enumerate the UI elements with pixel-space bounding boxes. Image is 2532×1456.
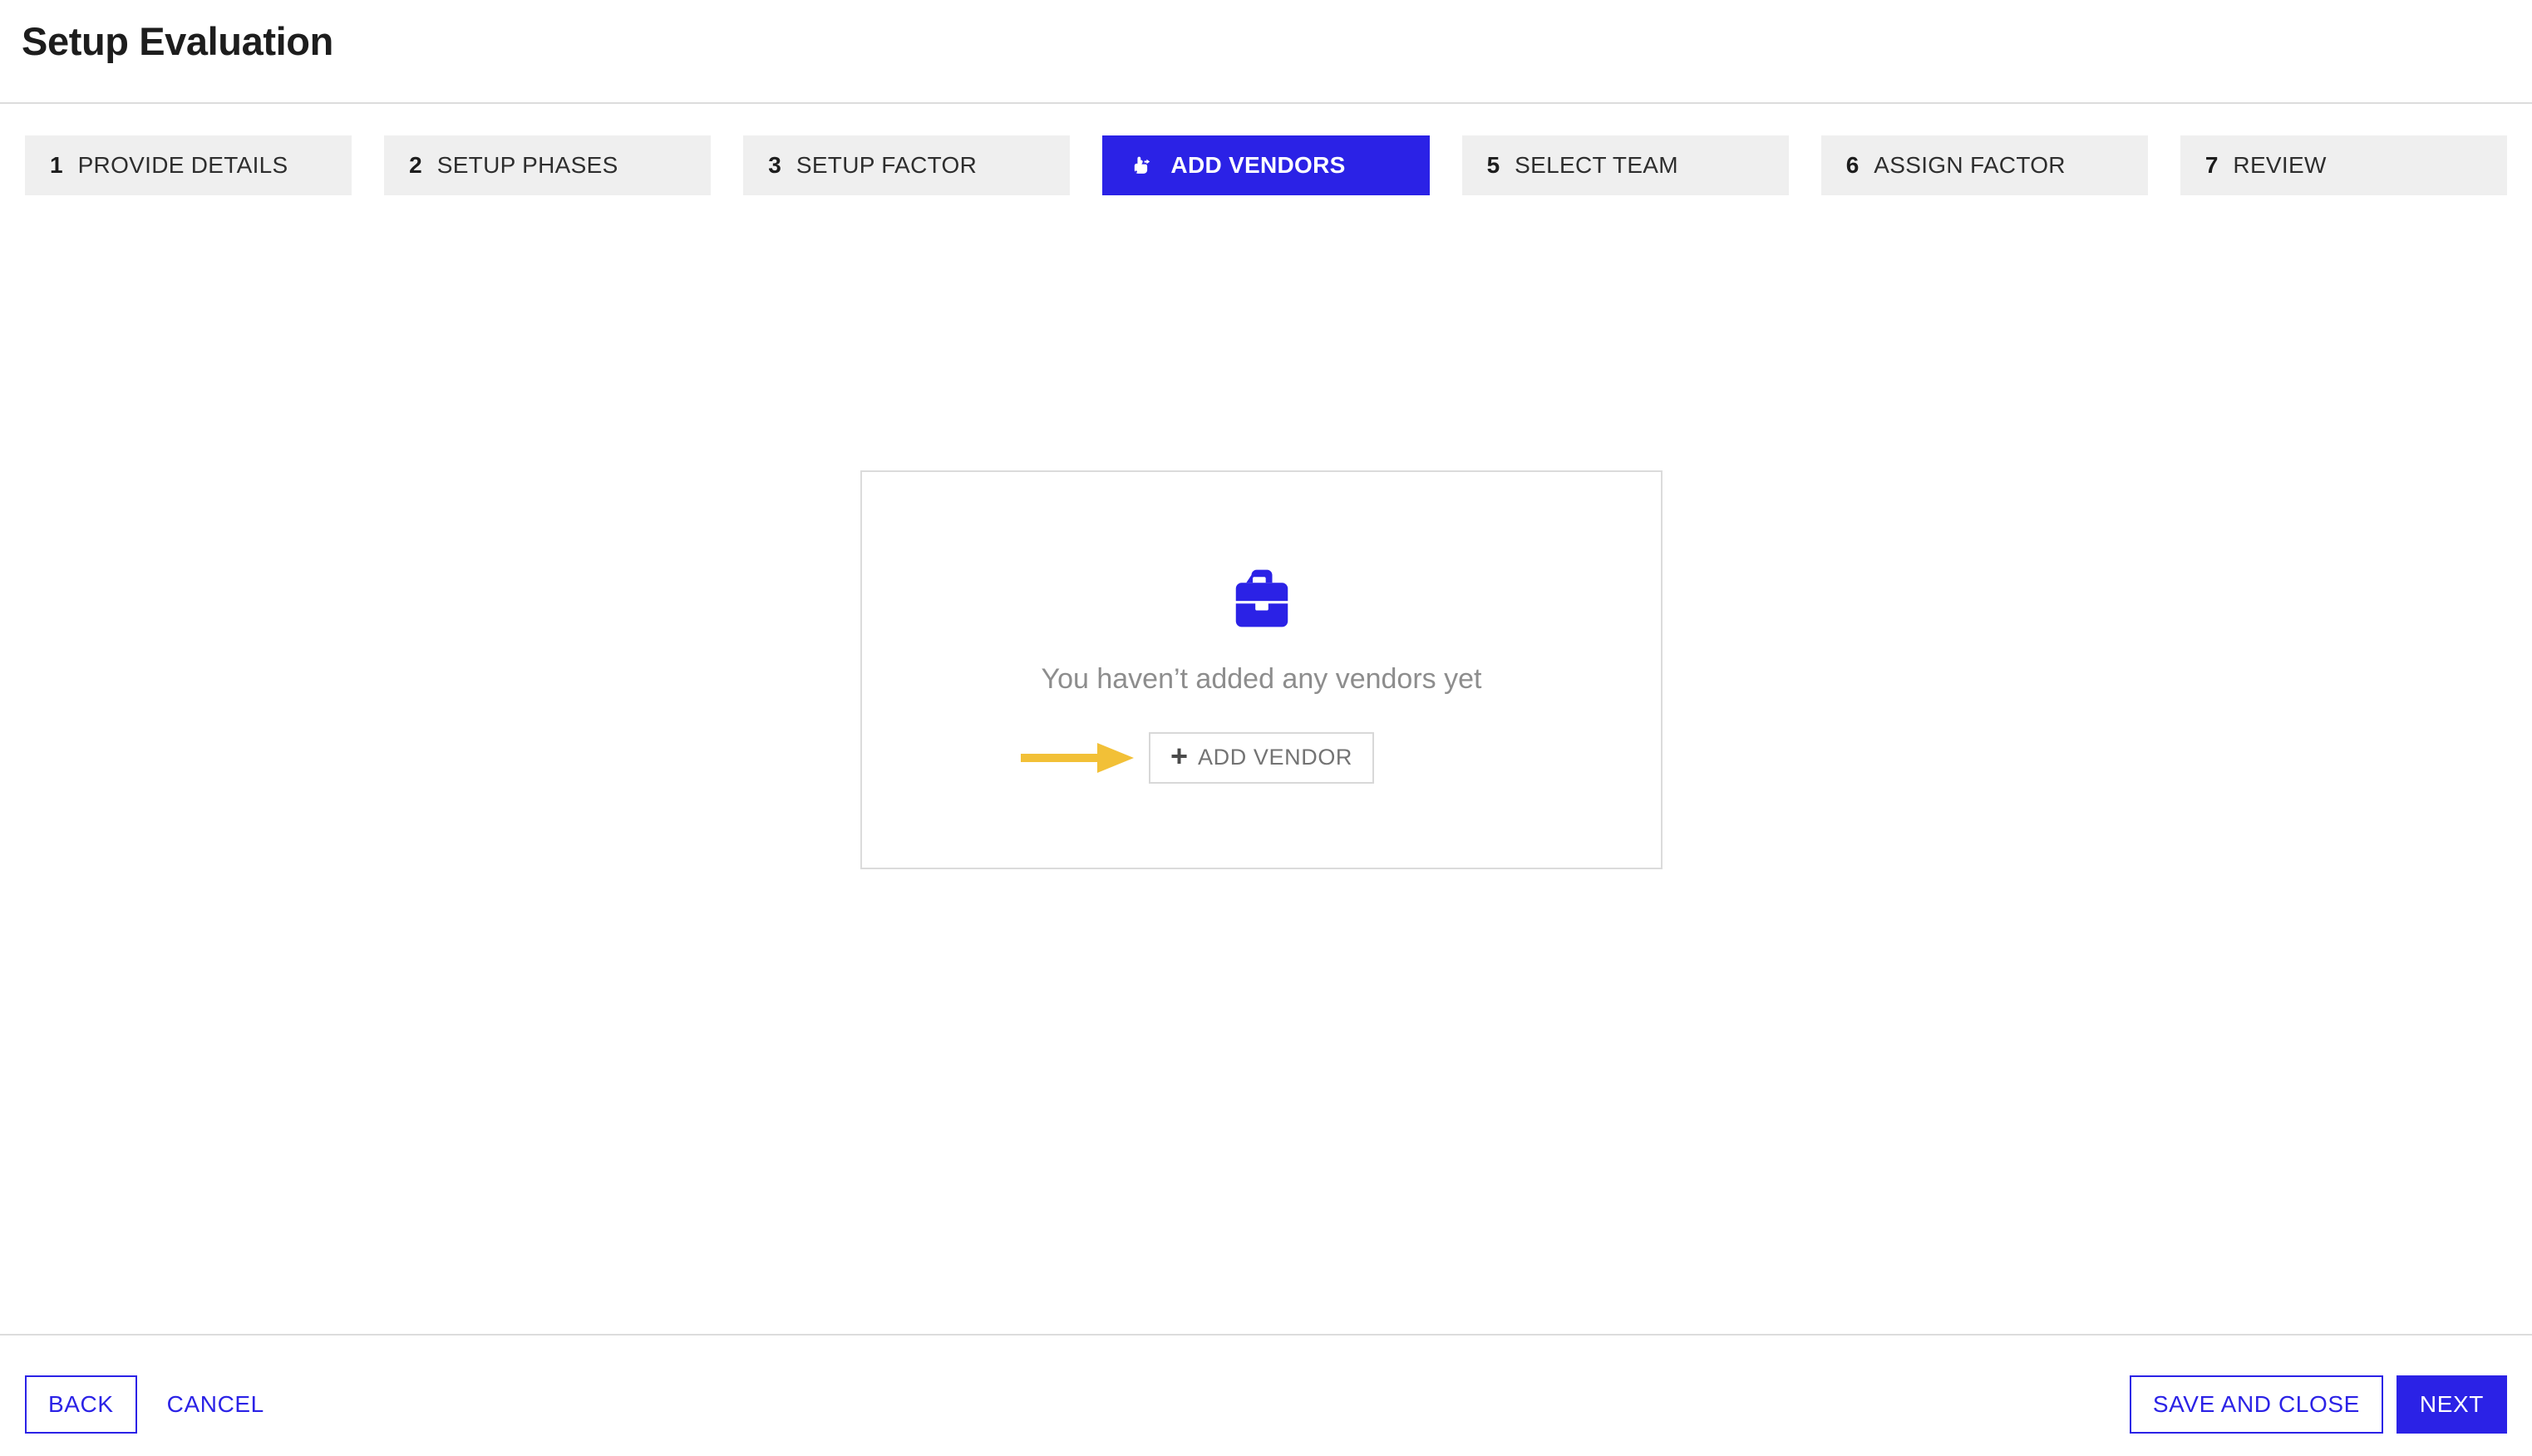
step-add-vendors[interactable]: ADD VENDORS	[1102, 135, 1430, 195]
pointing-hand-icon	[1127, 151, 1155, 180]
annotation-arrow-icon	[1020, 738, 1134, 778]
step-number: 2	[409, 152, 422, 178]
footer-right-actions: SAVE AND CLOSE NEXT	[2129, 1375, 2507, 1434]
step-provide-details[interactable]: 1 PROVIDE DETAILS	[25, 135, 352, 195]
page-footer: BACK CANCEL SAVE AND CLOSE NEXT	[0, 1334, 2532, 1456]
step-select-team[interactable]: 5 SELECT TEAM	[1461, 135, 1789, 195]
step-number: 7	[2204, 152, 2219, 178]
step-label: SETUP FACTOR	[796, 152, 978, 178]
wizard-stepper: 1 PROVIDE DETAILS 2 SETUP PHASES 3 SETUP…	[25, 135, 2507, 195]
add-vendor-button[interactable]: + ADD VENDOR	[1148, 731, 1375, 784]
step-label: REVIEW	[2233, 152, 2327, 178]
step-label: SETUP PHASES	[436, 152, 618, 178]
step-setup-factor[interactable]: 3 SETUP FACTOR	[743, 135, 1071, 195]
briefcase-icon	[1220, 557, 1303, 640]
step-label: ASSIGN FACTOR	[1874, 152, 2066, 178]
add-vendor-label: ADD VENDOR	[1198, 745, 1353, 770]
back-button[interactable]: BACK	[25, 1375, 137, 1434]
next-button[interactable]: NEXT	[2396, 1375, 2507, 1434]
footer-left-actions: BACK CANCEL	[25, 1375, 274, 1434]
step-label: SELECT TEAM	[1515, 152, 1678, 178]
step-setup-phases[interactable]: 2 SETUP PHASES	[384, 135, 712, 195]
step-label: PROVIDE DETAILS	[77, 152, 288, 178]
vendors-empty-state-card: You haven’t added any vendors yet + ADD …	[860, 470, 1663, 869]
step-review[interactable]: 7 REVIEW	[2180, 135, 2507, 195]
add-vendor-row: + ADD VENDOR	[1020, 731, 1375, 784]
empty-state-message: You haven’t added any vendors yet	[1041, 662, 1482, 695]
save-and-close-button[interactable]: SAVE AND CLOSE	[2129, 1375, 2383, 1434]
plus-icon: +	[1170, 738, 1188, 773]
step-label: ADD VENDORS	[1170, 152, 1346, 178]
step-number: 5	[1486, 152, 1500, 178]
step-number: 3	[768, 152, 781, 178]
page-header: Setup Evaluation	[0, 0, 2532, 104]
step-number: 1	[50, 152, 63, 178]
page-title: Setup Evaluation	[22, 19, 333, 63]
cancel-button[interactable]: CANCEL	[157, 1375, 274, 1434]
step-number: 6	[1845, 152, 1860, 178]
setup-evaluation-page: Setup Evaluation 1 PROVIDE DETAILS 2 SET…	[0, 0, 2532, 1456]
step-assign-factor[interactable]: 6 ASSIGN FACTOR	[1820, 135, 2148, 195]
